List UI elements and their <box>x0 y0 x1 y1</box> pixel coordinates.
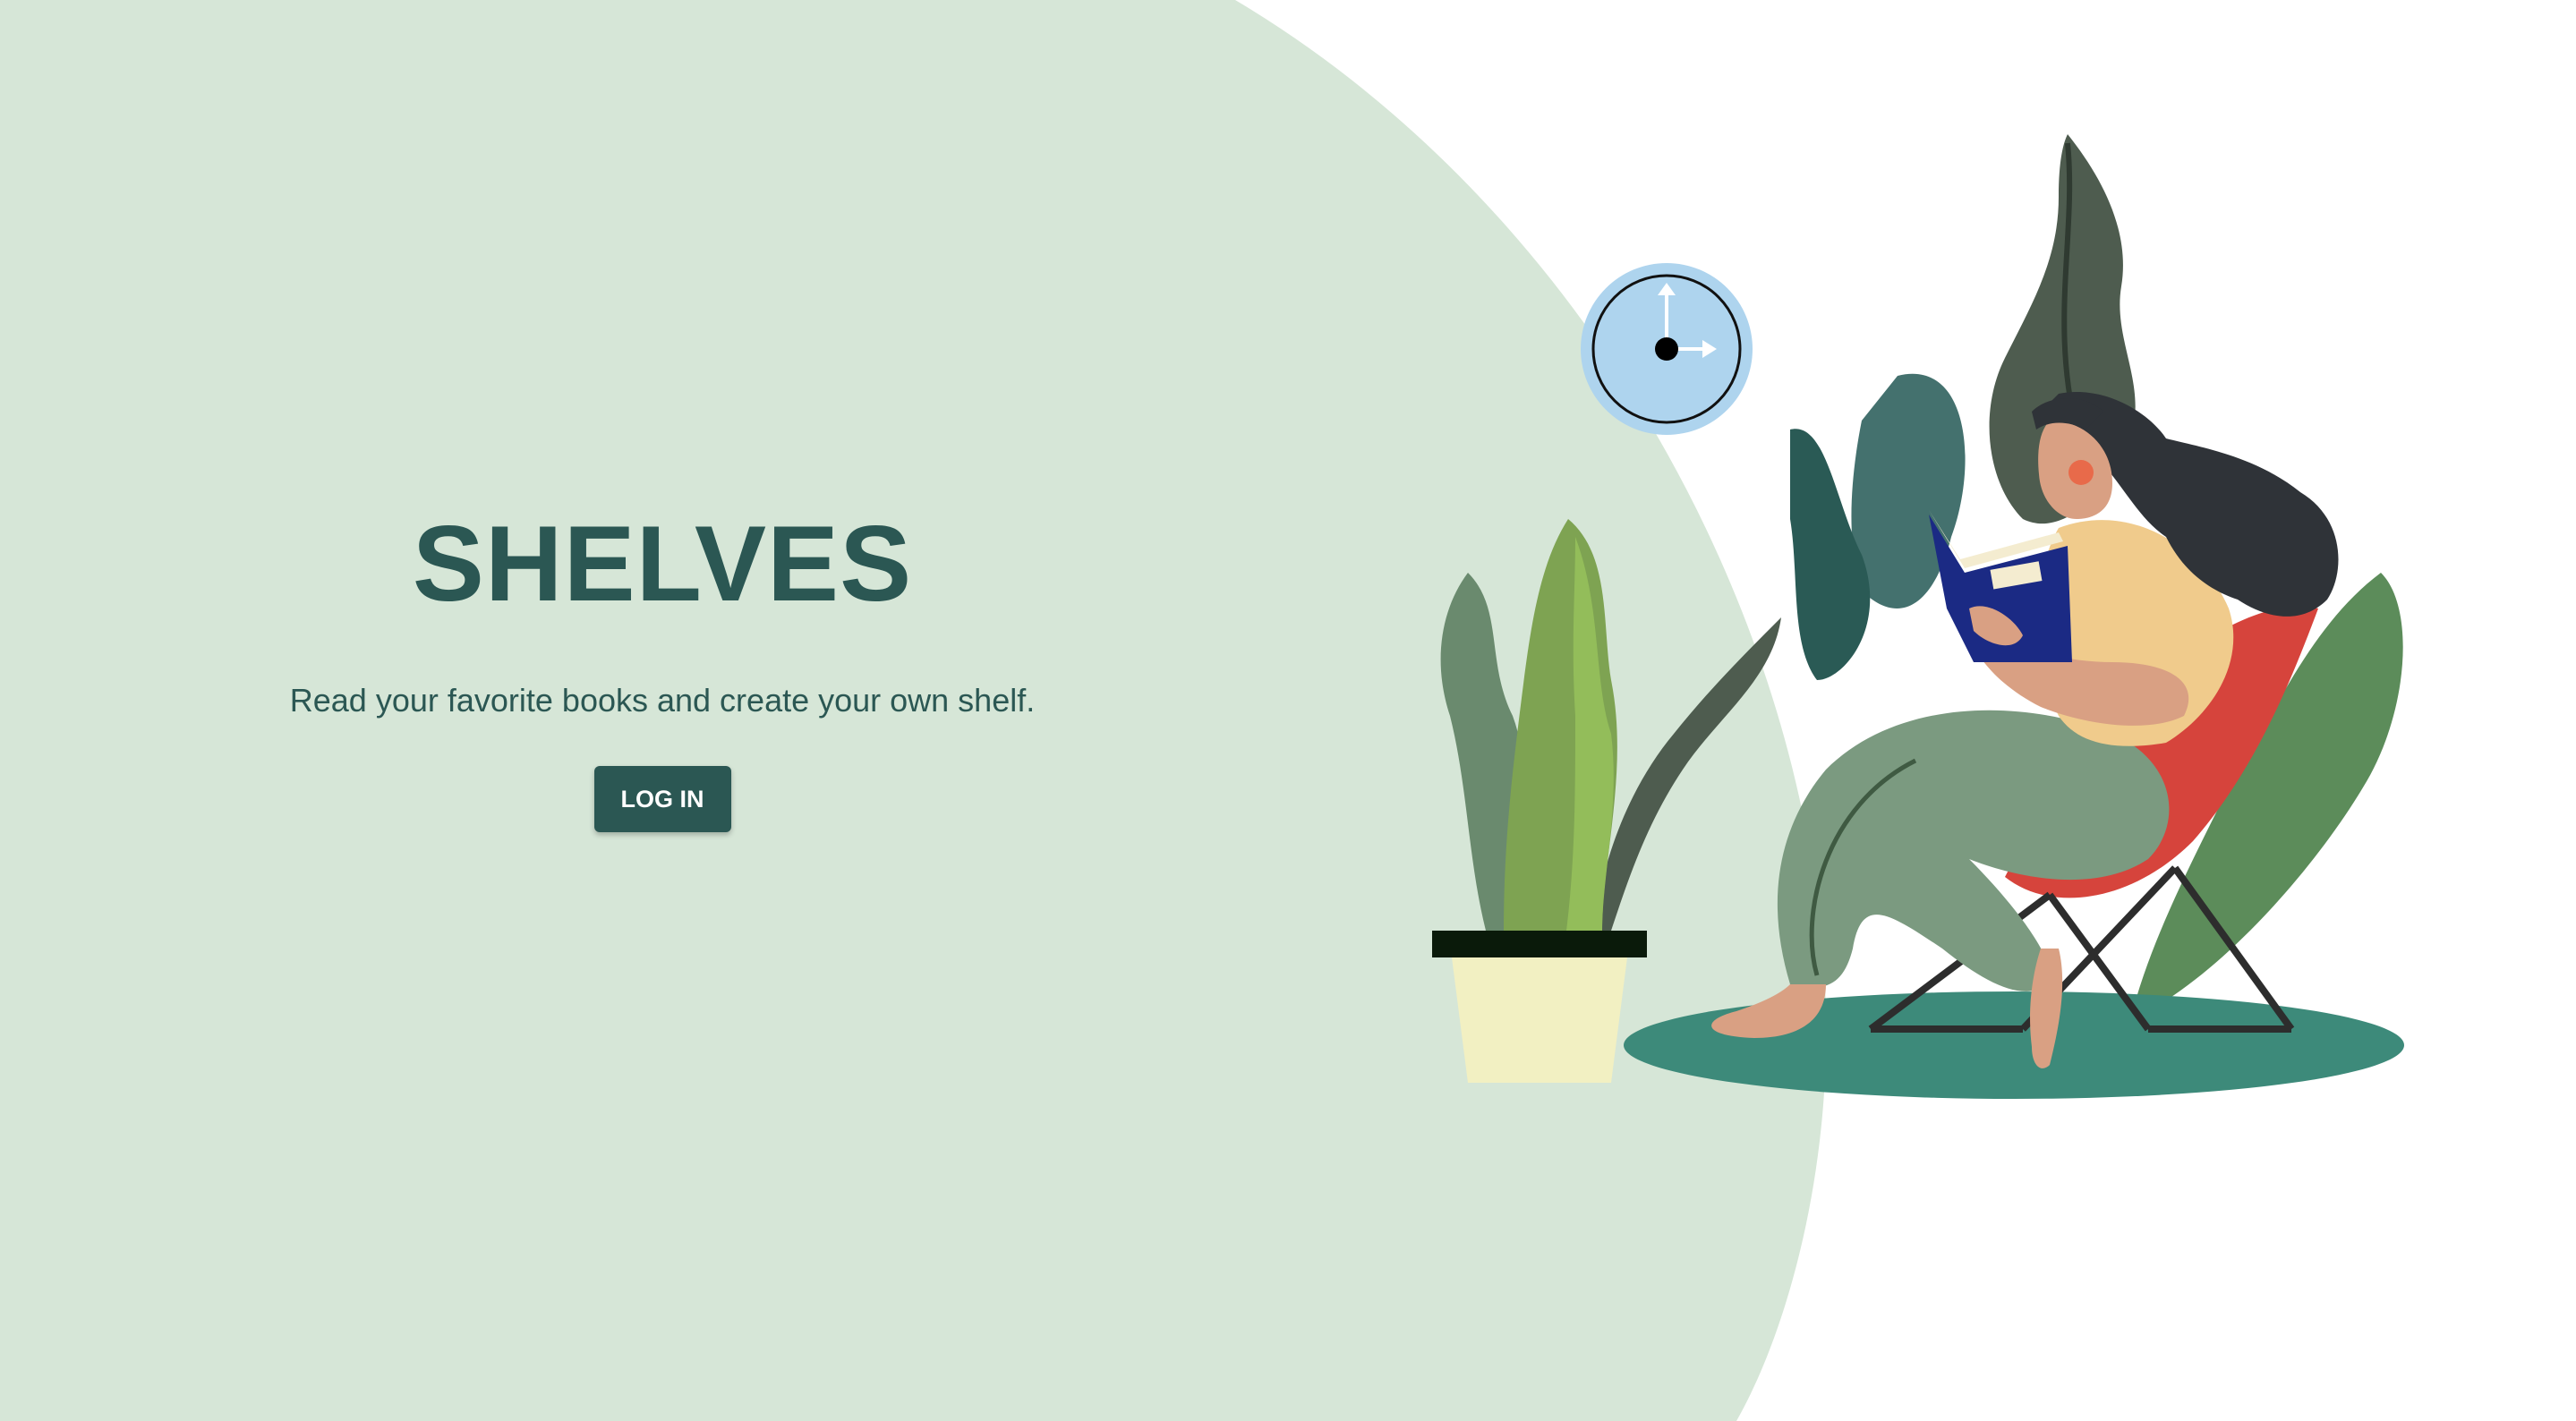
wall-clock-icon <box>1581 263 1753 435</box>
reading-illustration <box>1432 134 2404 1099</box>
landing-page: SHELVES Read your favorite books and cre… <box>0 0 2576 1421</box>
potted-plant-icon <box>1432 519 1781 1083</box>
rug-icon <box>1624 991 2404 1099</box>
